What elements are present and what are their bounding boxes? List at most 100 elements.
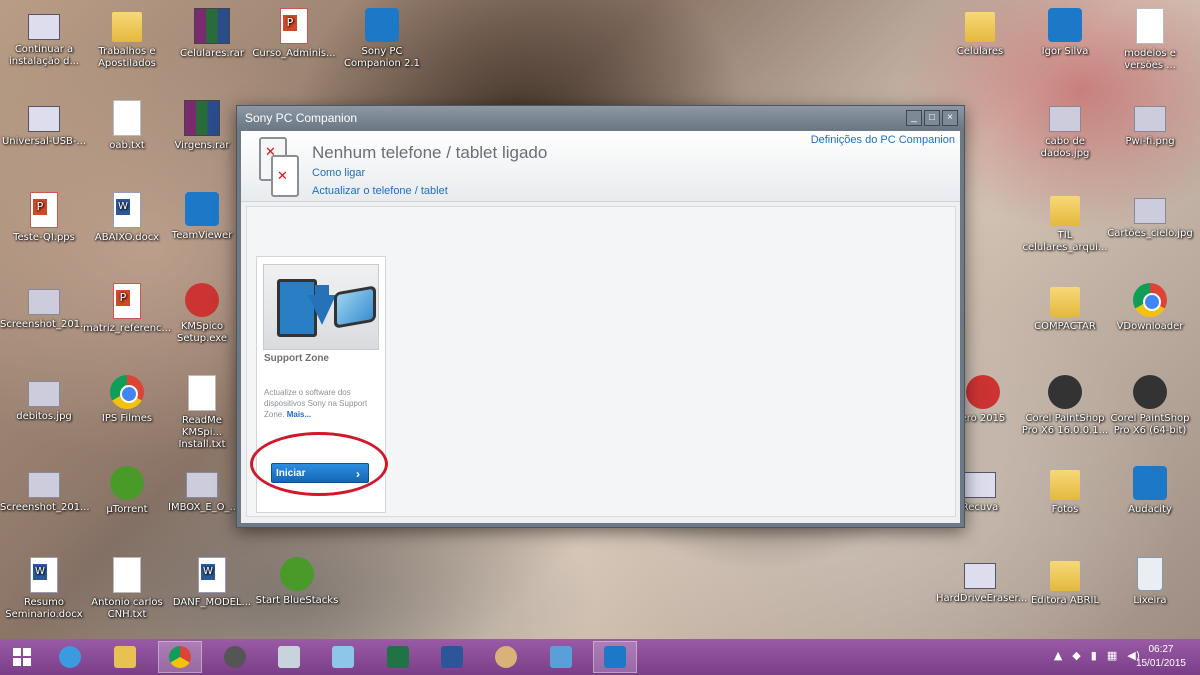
desktop-icon-resumo[interactable]: ResumoSeminario.docx [0,557,88,621]
support-zone-description: Actualize o software dos dispositivos So… [264,388,368,419]
desktop-icon-universal-usb[interactable]: Universal-USB-... [0,100,88,148]
desktop-icon-oab[interactable]: oab.txt [83,100,171,152]
desktop-icon-utorrent[interactable]: µTorrent [83,466,171,516]
desktop-icon-cabo-dados[interactable]: cabo de dados.jpg [1021,100,1109,160]
winrar-icon [184,100,220,136]
desktop-icon-audacity[interactable]: Audacity [1106,466,1194,516]
text-file-icon [113,100,141,136]
desktop-icon-celulares-folder[interactable]: Celulares [936,8,1024,58]
folder-icon [1050,470,1080,500]
desktop-icon-readme-kmspico[interactable]: ReadMe KMSpi... Install.txt [168,375,236,451]
desktop-icon-screenshot-2[interactable]: Screenshot_201... [0,466,90,514]
desktop-icon-teste-qi[interactable]: Teste-QI.pps [0,192,88,244]
desktop-icon-screenshot-1[interactable]: Screenshot_201... [0,283,90,331]
desktop-icon-pwifi[interactable]: Pwi-fi.png [1106,100,1194,148]
battery-icon[interactable]: ▮ [1091,649,1097,662]
maximize-button[interactable]: □ [924,110,940,126]
taskbar-notepad[interactable] [321,641,365,673]
desktop-icon-teamviewer[interactable]: TeamViewer [168,192,236,242]
desktop-icon-igor-silva[interactable]: Igor Silva [1021,8,1109,58]
desktop-icon-curso[interactable]: Curso_Adminis... [250,8,338,60]
taskbar-sony-companion[interactable] [593,641,637,673]
excel-icon [387,646,409,668]
taskbar-explorer[interactable] [103,641,147,673]
chrome-icon [110,375,144,409]
taskbar-paint[interactable] [484,641,528,673]
minimize-button[interactable]: _ [906,110,922,126]
desktop-icon-lixeira[interactable]: Lixeira [1106,557,1194,607]
window-titlebar[interactable]: Sony PC Companion _ □ × [237,106,964,130]
desktop-icon-corel-x6-64[interactable]: Corel PaintShop Pro X6 (64-bit) [1106,375,1194,437]
taskbar-word[interactable] [430,641,474,673]
desktop-icon-fotos[interactable]: Fotos [1021,466,1109,516]
desktop-icon-vdownloader[interactable]: VDownloader [1106,283,1194,333]
support-zone-title: Support Zone [264,353,329,364]
desktop-icon-til-celulares[interactable]: TIL celulares_arqui... [1021,192,1109,254]
winrar-icon [194,8,230,44]
more-link[interactable]: Mais... [287,410,311,419]
desktop-icon-bluestacks[interactable]: Start BlueStacks [253,557,341,607]
desktop-icon-debitos[interactable]: debitos.jpg [0,375,88,423]
taskbar-control-panel[interactable] [539,641,583,673]
folder-icon [112,12,142,42]
tray-expand-icon[interactable]: ▲ [1054,649,1062,662]
word-icon [113,192,141,228]
recuva-icon [964,472,996,498]
image-file-icon [28,381,60,407]
desktop-icon-trabalhos[interactable]: Trabalhos e Apostilados [83,8,171,70]
taskbar-media[interactable] [213,641,257,673]
image-file-icon [28,289,60,315]
system-clock[interactable]: 06:27 15/01/2015 [1136,643,1186,671]
desktop-icon-danf[interactable]: DANF_MODEL... [168,557,256,609]
corel-icon [1048,375,1082,409]
taskbar-excel[interactable] [376,641,420,673]
desktop-icon-ips-filmes[interactable]: IPS Filmes [83,375,171,425]
text-file-icon [188,375,216,411]
desktop-icon-celulares-rar[interactable]: Celulares.rar [168,8,256,60]
vdownloader-icon [1133,283,1167,317]
bluestacks-icon [280,557,314,591]
desktop-icon-editora-abril[interactable]: Editora ABRIL [1021,557,1109,607]
start-button[interactable] [0,641,44,673]
text-file-icon [113,557,141,593]
how-to-connect-link[interactable]: Como ligar [312,167,365,179]
desktop-icon-harddrive-eraser[interactable]: HardDriveEraser... [936,557,1027,605]
chrome-icon [169,646,191,668]
pc-companion-settings-link[interactable]: Definições do PC Companion [811,134,955,146]
notepad-icon [332,646,354,668]
image-file-icon [1134,198,1166,224]
desktop-icon-cartoes-cielo[interactable]: Cartões_cielo.jpg [1106,192,1194,240]
tray-app-icon[interactable]: ◆ [1072,649,1080,662]
word-icon [441,646,463,668]
desktop-icon-matriz[interactable]: matriz_referenc... [83,283,171,335]
desktop-icon-antonio[interactable]: Antonio carlos CNH.txt [83,557,171,621]
desktop-icon-installer[interactable]: Continuar a instalação d... [0,8,88,68]
network-icon[interactable]: ▦ [1107,649,1117,662]
ie-icon [59,646,81,668]
desktop-icon-abaixo[interactable]: ABAIXO.docx [83,192,171,244]
sony-companion-icon [365,8,399,42]
download-arrow-icon [308,295,336,325]
desktop-icon-kmspico[interactable]: KMSpico Setup.exe [168,283,236,345]
powerpoint-icon [30,192,58,228]
nero-icon [966,375,1000,409]
red-highlight-ellipse [250,432,388,496]
clock-date: 15/01/2015 [1135,658,1186,669]
taskbar-calculator[interactable] [267,641,311,673]
taskbar-ie[interactable] [48,641,92,673]
desktop-icon-modelos[interactable]: modelos e versões ... [1106,8,1194,72]
desktop-icon-imbox[interactable]: IMBOX_E_O_... [168,466,236,514]
update-device-link[interactable]: Actualizar o telefone / tablet [312,185,448,197]
desktop-icon-virgens[interactable]: Virgens.rar [168,100,236,152]
paint-icon [495,646,517,668]
media-icon [224,646,246,668]
image-file-icon [1134,106,1166,132]
desktop-icon-sony-companion[interactable]: Sony PC Companion 2.1 [338,8,426,70]
close-button[interactable]: × [942,110,958,126]
desktop-icon-corel-x6[interactable]: Corel PaintShop Pro X6 16.0.0.1... [1021,375,1109,437]
desktop-icon-compactar[interactable]: COMPACTAR [1021,283,1109,333]
control-panel-icon [550,646,572,668]
taskbar-chrome[interactable] [158,641,202,673]
kmspico-icon [185,283,219,317]
no-device-phone-icon: ✕ ✕ [259,137,299,197]
